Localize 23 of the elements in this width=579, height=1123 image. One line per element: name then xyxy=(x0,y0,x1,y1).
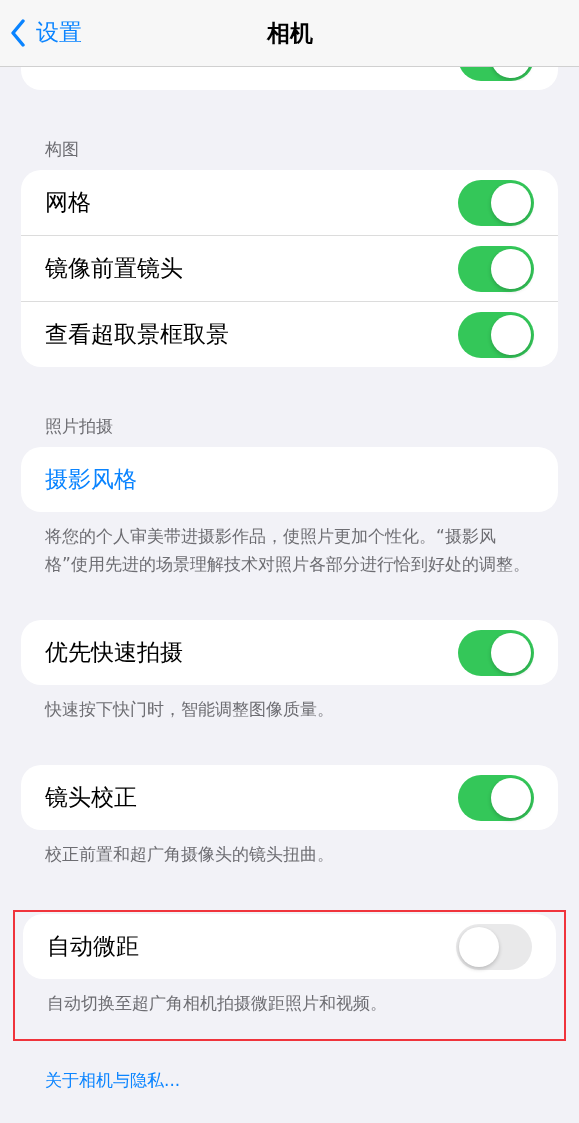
setting-label: 镜像前置镜头 xyxy=(45,254,183,283)
setting-label: 查看超取景框取景 xyxy=(45,320,229,349)
page-title: 相机 xyxy=(266,18,313,48)
toggle-switch[interactable] xyxy=(458,311,534,358)
setting-label: 网格 xyxy=(45,188,91,217)
setting-label: 镜头校正 xyxy=(45,783,137,812)
setting-label: 自动微距 xyxy=(47,932,139,961)
toggle-switch[interactable] xyxy=(458,179,534,226)
section-footer: 自动切换至超广角相机拍摄微距照片和视频。 xyxy=(23,979,556,1017)
section-footer: 将您的个人审美带进摄影作品，使照片更加个性化。“摄影风格”使用先进的场景理解技术对照片各部分进行恰到好处的调整。 xyxy=(21,512,558,578)
back-button[interactable]: 设置 xyxy=(10,17,82,48)
section-header: 照片拍摄 xyxy=(44,415,114,438)
section-footer: 校正前置和超广角摄像头的镜头扭曲。 xyxy=(21,830,558,868)
back-chevron-icon xyxy=(10,18,26,47)
privacy-link[interactable]: 关于相机与隐私... xyxy=(45,1069,579,1092)
toggle-switch[interactable] xyxy=(458,629,534,676)
toggle-switch[interactable] xyxy=(458,774,534,821)
setting-label: 优先快速拍摄 xyxy=(45,638,183,667)
setting-link[interactable]: 摄影风格 xyxy=(45,464,137,495)
section-header: 构图 xyxy=(44,138,80,161)
toggle-switch[interactable] xyxy=(456,923,532,970)
toggle-switch[interactable] xyxy=(458,245,534,292)
section-footer: 快速按下快门时，智能调整图像质量。 xyxy=(21,685,558,723)
